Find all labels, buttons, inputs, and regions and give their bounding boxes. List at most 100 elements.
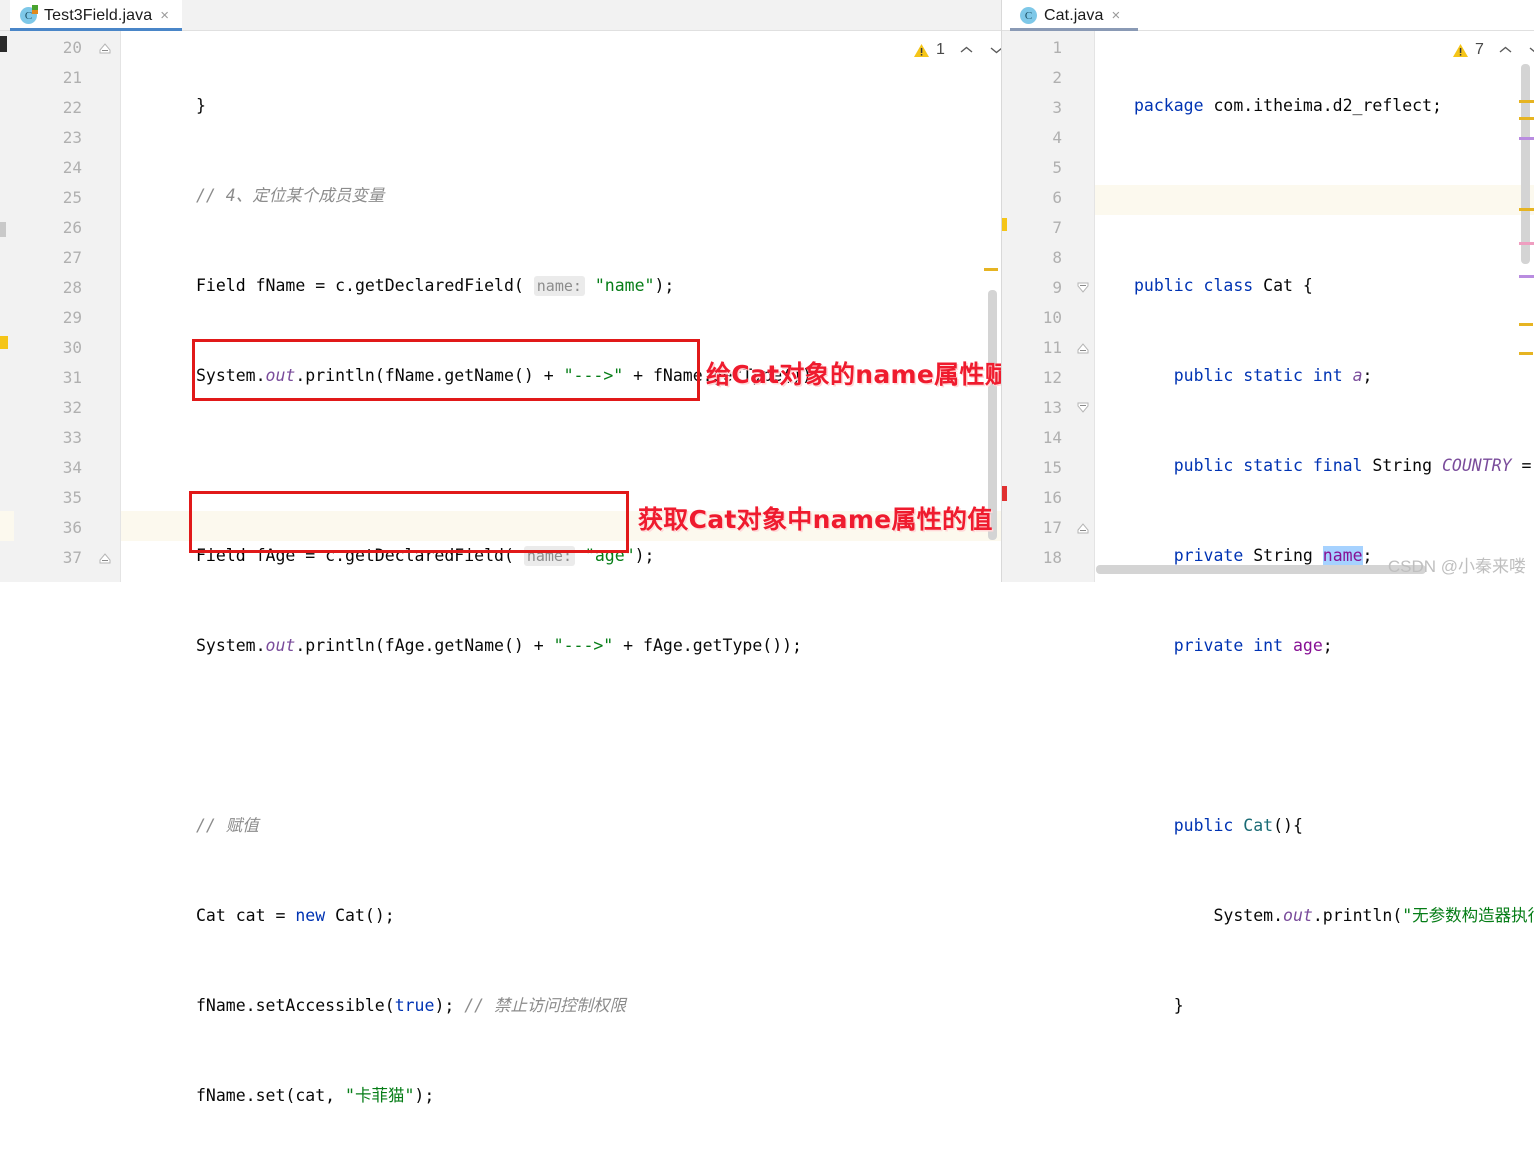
change-marker-warning (0, 336, 8, 349)
fold-end-icon[interactable] (98, 551, 112, 565)
code-string: "卡菲猫" (345, 1086, 415, 1105)
highlight-box-get-value (189, 491, 629, 553)
editor-marker-change (1519, 242, 1534, 245)
code-string: "--->" (553, 636, 614, 655)
code-line-7: private int age; (1134, 631, 1534, 661)
change-marker-right (1002, 218, 1007, 231)
editor-marker-warning (1519, 100, 1534, 103)
editor-tab-label: Test3Field.java (44, 6, 153, 24)
close-icon[interactable]: × (1111, 8, 1121, 23)
code-keyword: public (1134, 276, 1194, 295)
code-keyword: public static final (1173, 456, 1363, 475)
code-token: .println( (1312, 906, 1403, 925)
fold-start-icon[interactable] (1076, 281, 1090, 295)
code-line-5: public static final String COUNTRY = (1134, 451, 1534, 481)
code-token: Cat cat = (196, 906, 296, 925)
code-string: "name" (594, 276, 655, 295)
code-token: ); (634, 546, 655, 565)
editor-marker-warning (1519, 352, 1533, 355)
code-keyword: public static int (1173, 366, 1343, 385)
warning-icon (1452, 43, 1469, 58)
code-keyword: class (1193, 276, 1254, 295)
fold-end-icon[interactable] (1076, 521, 1090, 535)
fold-end-icon[interactable] (98, 41, 112, 55)
inspection-widget-left[interactable]: 1 (913, 41, 1004, 59)
code-line-1: package com.itheima.d2_reflect; (1134, 91, 1534, 121)
code-static-field: a (1342, 366, 1363, 385)
code-token: Cat (1233, 816, 1274, 835)
editor-tab-label: Cat.java (1044, 6, 1104, 24)
code-token: .println(fAge.getName() + (295, 636, 554, 655)
code-line-22: Field fName = c.getDeclaredField( name: … (196, 271, 822, 301)
vertical-scrollbar-right[interactable] (1521, 64, 1530, 264)
inspection-widget-right[interactable]: 7 (1452, 41, 1534, 59)
code-token: ); (654, 276, 675, 295)
parameter-hint: name: (533, 276, 585, 296)
gutter-separator-left (120, 31, 121, 582)
horizontal-scrollbar-right[interactable] (1096, 565, 1426, 574)
code-line-28: // 赋值 (196, 811, 822, 841)
editor-marker-usage (1519, 137, 1534, 140)
code-line-29: Cat cat = new Cat(); (196, 901, 822, 931)
editor-marker-usage (1519, 275, 1534, 278)
code-line-3: public class Cat { (1134, 271, 1534, 301)
code-keyword: true (394, 996, 435, 1015)
code-token: Cat(); (325, 906, 395, 925)
code-line-31: fName.set(cat, "卡菲猫"); (196, 1081, 822, 1111)
code-keyword: package (1134, 96, 1204, 115)
bookmark-marker (0, 36, 7, 52)
close-icon[interactable]: × (159, 8, 169, 23)
editor-tab-cat[interactable]: C Cat.java × (1010, 0, 1138, 31)
change-marker-error-right (1002, 486, 1007, 501)
inspection-count: 7 (1475, 41, 1484, 58)
java-class-icon: C (20, 5, 38, 24)
code-token: ; (1362, 546, 1373, 565)
code-keyword: public (1173, 816, 1234, 835)
code-comment: // 4、定位某个成员变量 (196, 186, 385, 205)
watermark: CSDN @小秦来喽 (1387, 557, 1526, 576)
editor-marker-warning (1519, 323, 1533, 326)
code-token: fName.setAccessible( (196, 996, 395, 1015)
editor-marker-warning (1519, 208, 1534, 211)
code-token: fName.set(cat, (196, 1086, 346, 1105)
code-folding-column-right[interactable] (1072, 31, 1094, 582)
fold-start-icon[interactable] (1076, 401, 1090, 415)
gutter-separator-right (1094, 31, 1095, 582)
editor-tab-test3field[interactable]: C Test3Field.java × (10, 0, 182, 31)
java-class-icon-letter: C (1020, 7, 1037, 24)
code-static-field: COUNTRY (1432, 456, 1512, 475)
annotation-set-name: 给Cat对象的name属性赋值 (706, 360, 1036, 389)
code-area-left[interactable]: } // 4、定位某个成员变量 Field fName = c.getDecla… (196, 31, 822, 1164)
code-token: } (1173, 996, 1184, 1015)
code-line-10: System.out.println("无参数构造器执行 (1134, 901, 1534, 931)
left-annotation-bar[interactable] (0, 31, 14, 582)
chevron-down-icon[interactable] (1528, 42, 1534, 58)
code-keyword: private int (1173, 636, 1284, 655)
code-static-field: out (265, 636, 296, 655)
java-class-icon: C (1020, 7, 1037, 24)
code-static-field: out (1283, 906, 1313, 925)
code-token: ; (1322, 636, 1333, 655)
code-token: com.itheima.d2_reflect; (1203, 96, 1442, 115)
code-line-9: public Cat(){ (1134, 811, 1534, 841)
editor-marker-warning (984, 268, 998, 271)
editor-marker-warning (1519, 117, 1534, 120)
code-token: ); (434, 996, 465, 1015)
code-area-right[interactable]: package com.itheima.d2_reflect; public c… (1134, 31, 1534, 1164)
chevron-up-icon[interactable] (1498, 42, 1513, 58)
code-token: String (1362, 456, 1433, 475)
code-token: System. (196, 636, 266, 655)
code-folding-column-left[interactable] (92, 31, 120, 582)
java-class-icon-flag-orange (32, 10, 38, 14)
change-marker (0, 222, 6, 237)
code-keyword: new (295, 906, 326, 925)
code-token: fName = c.getDeclaredField( (245, 276, 534, 295)
code-line-21: // 4、定位某个成员变量 (196, 181, 822, 211)
chevron-up-icon[interactable] (959, 42, 974, 58)
fold-end-icon[interactable] (1076, 341, 1090, 355)
code-comment: // 禁止访问控制权限 (464, 996, 627, 1015)
